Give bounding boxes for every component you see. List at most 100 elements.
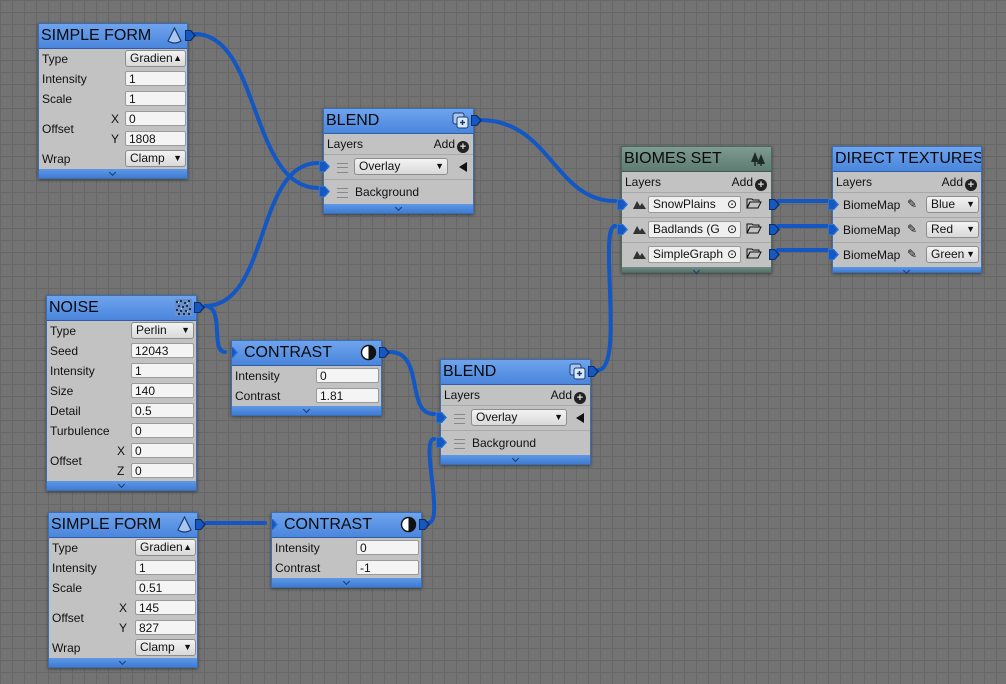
direct-textures-node[interactable]: DIRECT TEXTURES Layers Add + BiomeMap ✎ B… <box>828 146 982 273</box>
target-icon[interactable]: ⊙ <box>727 197 737 212</box>
offset-x-field[interactable]: 0 <box>125 111 186 126</box>
offset-z-field[interactable]: 0 <box>131 463 194 478</box>
node-header[interactable]: CONTRAST <box>272 513 421 538</box>
input-port[interactable] <box>436 437 447 448</box>
intensity-field[interactable]: 1 <box>125 71 186 86</box>
collapse-footer[interactable] <box>49 658 197 667</box>
input-port[interactable] <box>828 199 839 210</box>
drag-handle-icon[interactable] <box>454 439 465 449</box>
output-port[interactable] <box>769 224 780 235</box>
biome-name: SnowPlains <box>653 197 716 211</box>
node-header[interactable]: BIOMES SET <box>622 147 771 172</box>
offset-x-field[interactable]: 145 <box>135 600 196 615</box>
node-header[interactable]: SIMPLE FORM <box>49 513 197 538</box>
scale-field[interactable]: 1 <box>125 91 186 106</box>
biome-object-field[interactable]: Badlands (G ⊙ <box>648 221 741 238</box>
offset-y-field[interactable]: 1808 <box>125 131 186 146</box>
node-header[interactable]: SIMPLE FORM <box>39 24 187 49</box>
folder-open-icon[interactable] <box>746 222 762 234</box>
pencil-icon[interactable]: ✎ <box>907 222 917 236</box>
channel-dropdown[interactable]: Blue ▼ <box>926 196 979 213</box>
add-layer-button[interactable]: Add + <box>434 137 469 153</box>
collapse-arrow-icon[interactable] <box>576 413 584 423</box>
contrast-field[interactable]: 1.81 <box>316 388 379 403</box>
node-header[interactable]: BLEND <box>324 109 473 134</box>
input-port[interactable] <box>319 161 330 172</box>
collapse-footer[interactable] <box>622 267 771 272</box>
collapse-arrow-icon[interactable] <box>459 162 467 172</box>
output-port[interactable] <box>588 366 599 377</box>
collapse-footer[interactable] <box>441 455 590 464</box>
intensity-field[interactable]: 1 <box>135 560 196 575</box>
target-icon[interactable]: ⊙ <box>726 247 737 262</box>
biome-object-field[interactable]: SnowPlains ⊙ <box>648 196 741 213</box>
output-port[interactable] <box>194 302 205 313</box>
output-port[interactable] <box>419 519 430 530</box>
simple-form-node-1[interactable]: SIMPLE FORM Type Gradien ▲ Intensity 1 Sc… <box>38 23 196 179</box>
scale-field[interactable]: 0.51 <box>135 580 196 595</box>
blend-mode-dropdown[interactable]: Overlay ▼ <box>471 409 567 426</box>
size-field[interactable]: 140 <box>131 383 194 398</box>
contrast-node-1[interactable]: CONTRAST Intensity 0 Contrast 1.81 <box>231 340 390 416</box>
output-port[interactable] <box>769 199 780 210</box>
input-port[interactable] <box>436 412 447 423</box>
node-header[interactable]: NOISE <box>47 296 196 321</box>
output-port[interactable] <box>185 30 196 41</box>
drag-handle-icon[interactable] <box>337 188 348 198</box>
noise-type-dropdown[interactable]: Perlin ▼ <box>131 322 194 339</box>
collapse-footer[interactable] <box>324 204 473 213</box>
add-biome-button[interactable]: Add + <box>732 175 767 191</box>
blend-mode-dropdown[interactable]: Overlay ▼ <box>354 158 448 175</box>
pencil-icon[interactable]: ✎ <box>907 247 917 261</box>
biome-object-field[interactable]: SimpleGraph ⊙ <box>648 246 741 263</box>
channel-dropdown[interactable]: Red ▼ <box>926 221 979 238</box>
turbulence-field[interactable]: 0 <box>131 423 194 438</box>
offset-y-field[interactable]: 827 <box>135 620 196 635</box>
node-header[interactable]: BLEND <box>441 360 590 385</box>
type-dropdown[interactable]: Gradien ▲ <box>135 539 196 556</box>
contrast-node-2[interactable]: CONTRAST Intensity 0 Contrast -1 <box>271 512 430 588</box>
offset-x-field[interactable]: 0 <box>131 443 194 458</box>
blend-node-1[interactable]: BLEND Layers Add + Overlay ▼ Background <box>319 108 482 214</box>
intensity-field[interactable]: 0 <box>356 540 419 555</box>
simple-form-node-2[interactable]: SIMPLE FORM Type Gradien ▲ Intensity 1 Sc… <box>48 512 206 668</box>
layer-row-background: Background <box>319 180 473 204</box>
channel-dropdown[interactable]: Green ▼ <box>926 246 979 263</box>
output-port[interactable] <box>471 115 482 126</box>
add-texture-button[interactable]: Add + <box>942 175 977 191</box>
input-port[interactable] <box>319 186 330 197</box>
noise-node[interactable]: NOISE Type Perlin ▼ Seed 12043 Intensity … <box>46 295 205 491</box>
input-port[interactable] <box>617 199 628 210</box>
input-port[interactable] <box>828 249 839 260</box>
output-port[interactable] <box>195 519 206 530</box>
blend-node-2[interactable]: BLEND Layers Add + Overlay ▼ Background <box>436 359 599 465</box>
drag-handle-icon[interactable] <box>454 414 465 424</box>
collapse-footer[interactable] <box>232 406 381 415</box>
folder-open-icon[interactable] <box>746 197 762 209</box>
output-port[interactable] <box>379 347 390 358</box>
collapse-footer[interactable] <box>272 578 421 587</box>
wrap-dropdown[interactable]: Clamp ▼ <box>135 639 196 656</box>
intensity-field[interactable]: 0 <box>316 368 379 383</box>
biomes-set-node[interactable]: BIOMES SET Layers Add + SnowPlains ⊙ Badla… <box>617 146 780 273</box>
add-layer-button[interactable]: Add + <box>551 388 586 404</box>
seed-field[interactable]: 12043 <box>131 343 194 358</box>
node-header[interactable]: DIRECT TEXTURES <box>833 147 981 172</box>
output-port[interactable] <box>769 249 780 260</box>
collapse-footer[interactable] <box>47 481 196 490</box>
input-port[interactable] <box>617 224 628 235</box>
detail-field[interactable]: 0.5 <box>131 403 194 418</box>
type-dropdown[interactable]: Gradien ▲ <box>125 50 186 67</box>
intensity-field[interactable]: 1 <box>131 363 194 378</box>
target-icon[interactable]: ⊙ <box>726 222 737 237</box>
contrast-field[interactable]: -1 <box>356 560 419 575</box>
collapse-footer[interactable] <box>39 169 187 178</box>
node-header[interactable]: CONTRAST <box>232 341 381 366</box>
contrast-icon <box>400 516 417 533</box>
pencil-icon[interactable]: ✎ <box>907 197 917 211</box>
input-port[interactable] <box>828 224 839 235</box>
folder-open-icon[interactable] <box>746 247 762 259</box>
drag-handle-icon[interactable] <box>337 163 348 173</box>
wrap-dropdown[interactable]: Clamp ▼ <box>125 150 186 167</box>
collapse-footer[interactable] <box>833 267 981 272</box>
